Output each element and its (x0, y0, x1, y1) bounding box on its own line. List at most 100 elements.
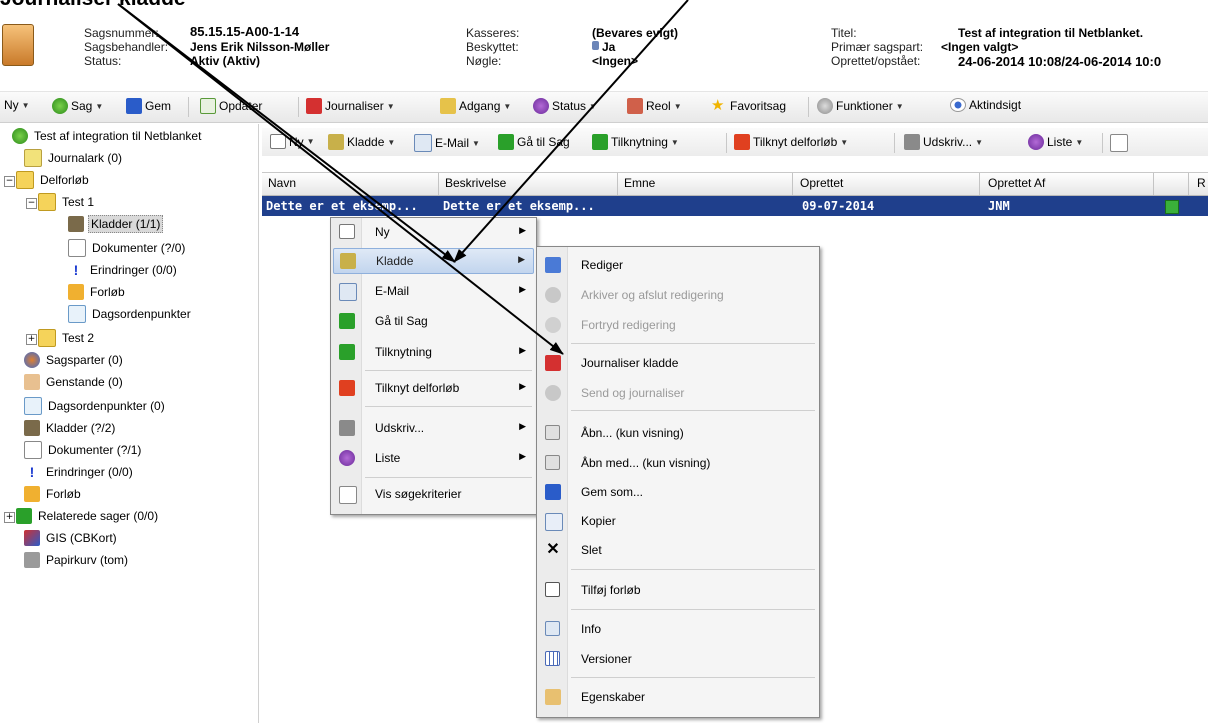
tree-item-journalark[interactable]: Journalark (0) (24, 148, 124, 168)
cell-beskrivelse: Dette er et eksemp... (443, 199, 595, 213)
copy-icon (545, 513, 563, 531)
menu-item-arkiver[interactable]: Arkiver og afslut redigering (539, 283, 817, 307)
tree-item-forloeb-test1[interactable]: Forløb (68, 282, 127, 302)
new-icon (339, 224, 355, 239)
menu-item-tilknyt-delforloeb[interactable]: Tilknyt delforløb ▶ (333, 376, 534, 400)
toolbar-sag-button[interactable]: Sag ▼ (52, 98, 103, 114)
menu-item-fortryd[interactable]: Fortryd redigering (539, 313, 817, 337)
toolbar-aktindsigt-label: Aktindsigt (969, 98, 1022, 112)
label-oprettet: Oprettet/opstået: (831, 54, 921, 68)
tree-item-relaterede-sager[interactable]: Relaterede sager (0/0) (16, 506, 160, 526)
menu-item-ny[interactable]: Ny ▶ (333, 220, 534, 244)
toolbar-ny-label: Ny (4, 98, 19, 112)
folder-icon (38, 329, 56, 347)
tree-item-erindringer-test1[interactable]: ! Erindringer (0/0) (68, 260, 179, 280)
rtoolbar-gaa-til-sag-button[interactable]: Gå til Sag (498, 134, 570, 150)
tree-item-test2[interactable]: Test 2 (38, 328, 96, 348)
folder-icon (38, 193, 56, 211)
menu-item-info[interactable]: Info (539, 617, 817, 641)
menu-item-aabn[interactable]: Åbn... (kun visning) (539, 421, 817, 445)
tree-root[interactable]: Test af integration til Netblanket (12, 126, 203, 146)
chevron-down-icon: ▼ (306, 137, 315, 146)
col-navn[interactable]: Navn (268, 176, 296, 190)
tree-item-sagsparter[interactable]: Sagsparter (0) (24, 350, 125, 370)
menu-item-gaa-til-sag[interactable]: Gå til Sag (333, 309, 534, 333)
tree-item-genstande[interactable]: Genstande (0) (24, 372, 125, 392)
rtoolbar-ny-button[interactable]: Ny ▼ (270, 134, 315, 149)
rtoolbar-udskriv-button[interactable]: Udskriv... ▼ (904, 134, 983, 150)
toolbar-status-button[interactable]: Status ▼ (533, 98, 597, 114)
tree-item-dagsordenpunkter-test1[interactable]: Dagsordenpunkter (68, 304, 193, 324)
gear-icon (817, 98, 833, 114)
menu-item-liste[interactable]: Liste ▶ (333, 446, 534, 470)
tree-item-dokumenter-test1[interactable]: Dokumenter (?/0) (68, 238, 187, 258)
table-row[interactable]: Dette er et eksemp... Dette er et eksemp… (262, 196, 1208, 216)
toolbar-adgang-label: Adgang (459, 99, 501, 113)
menu-item-send-og-journaliser[interactable]: Send og journaliser (539, 381, 817, 405)
toolbar-reol-button[interactable]: Reol ▼ (627, 98, 682, 114)
menu-item-egenskaber[interactable]: Egenskaber (539, 685, 817, 709)
toolbar-opdater-button[interactable]: Opdater (200, 98, 262, 114)
label-primaer-sagspart: Primær sagspart: (831, 40, 924, 54)
save-icon (545, 484, 561, 500)
tree-item-delforloeb[interactable]: Delforløb (16, 170, 91, 190)
menu-item-tilknytning[interactable]: Tilknytning ▶ (333, 340, 534, 364)
toolbar-gem-button[interactable]: Gem (126, 98, 171, 114)
collapse-toggle[interactable]: − (4, 176, 15, 187)
rtoolbar-liste-button[interactable]: Liste ▼ (1028, 134, 1083, 150)
toolbar-favoritsag-button[interactable]: ★ Favoritsag (711, 98, 786, 114)
menu-item-rediger[interactable]: Rediger (539, 253, 817, 277)
menu-item-tilfoej-forloeb[interactable]: Tilføj forløb (539, 578, 817, 602)
tree-item-erindringer[interactable]: ! Erindringer (0/0) (24, 462, 135, 482)
rtoolbar-email-button[interactable]: E-Mail ▼ (414, 134, 480, 152)
draft-icon (328, 134, 344, 150)
tree-item-kladder-test1[interactable]: Kladder (1/1) (68, 214, 164, 234)
chevron-right-icon: ▶ (519, 345, 526, 355)
label-sagsnummer: Sagsnummer: (84, 26, 159, 40)
toolbar-ny-button[interactable]: Ny ▼ (4, 98, 30, 112)
toolbar-adgang-button[interactable]: Adgang ▼ (440, 98, 511, 114)
check-icon (545, 287, 561, 303)
menu-item-gem-som[interactable]: Gem som... (539, 480, 817, 504)
tree-item-gis[interactable]: GIS (CBKort) (24, 528, 119, 548)
tree-item-papirkurv[interactable]: Papirkurv (tom) (24, 550, 130, 570)
toolbar-funktioner-button[interactable]: Funktioner ▼ (817, 98, 904, 114)
tree-item-dagsordenpunkter[interactable]: Dagsordenpunkter (0) (24, 396, 167, 416)
eye-icon (950, 98, 966, 112)
col-oprettet-af[interactable]: Oprettet Af (988, 176, 1045, 190)
menu-item-versioner[interactable]: Versioner (539, 647, 817, 671)
col-emne[interactable]: Emne (624, 176, 655, 190)
expand-toggle[interactable]: + (26, 334, 37, 345)
tree-item-kladder[interactable]: Kladder (?/2) (24, 418, 117, 438)
menu-item-vis-soegekriterier[interactable]: Vis søgekriterier (333, 482, 534, 506)
tree-item-forloeb[interactable]: Forløb (24, 484, 83, 504)
chevron-down-icon: ▼ (670, 137, 679, 147)
menu-item-aabn-med[interactable]: Åbn med... (kun visning) (539, 451, 817, 475)
rtoolbar-search-criteria-button[interactable] (1110, 134, 1128, 152)
case-folder-icon (2, 24, 34, 66)
chevron-down-icon: ▼ (387, 137, 396, 147)
draft-icon (68, 216, 84, 232)
chevron-right-icon: ▶ (519, 381, 526, 391)
collapse-toggle[interactable]: − (26, 198, 37, 209)
menu-item-kopier[interactable]: Kopier (539, 509, 817, 533)
toolbar-aktindsigt-button[interactable]: Aktindsigt (950, 98, 1021, 112)
star-icon: ★ (711, 97, 725, 114)
tree-item-test1[interactable]: Test 1 (38, 192, 96, 212)
rtoolbar-tilknyt-delforloeb-button[interactable]: Tilknyt delforløb ▼ (734, 134, 848, 150)
toolbar-journaliser-button[interactable]: Journaliser ▼ (306, 98, 395, 114)
col-r[interactable]: R (1197, 176, 1206, 190)
menu-item-udskriv[interactable]: Udskriv... ▶ (333, 416, 534, 440)
tree-root-label: Test af integration til Netblanket (34, 129, 202, 143)
rtoolbar-tilknytning-button[interactable]: Tilknytning ▼ (592, 134, 679, 150)
col-beskrivelse[interactable]: Beskrivelse (445, 176, 506, 190)
menu-item-email[interactable]: E-Mail ▶ (333, 279, 534, 303)
menu-item-slet[interactable]: ✕ Slet (539, 538, 817, 562)
rtoolbar-kladde-button[interactable]: Kladde ▼ (328, 134, 395, 150)
case-header: Sagsnummer: Sagsbehandler: Status: 85.15… (0, 22, 1208, 86)
tree-item-dokumenter[interactable]: Dokumenter (?/1) (24, 440, 143, 460)
menu-item-journaliser-kladde[interactable]: Journaliser kladde (539, 351, 817, 375)
expand-toggle[interactable]: + (4, 512, 15, 523)
col-oprettet[interactable]: Oprettet (800, 176, 843, 190)
menu-item-kladde[interactable]: Kladde ▶ (333, 248, 534, 274)
